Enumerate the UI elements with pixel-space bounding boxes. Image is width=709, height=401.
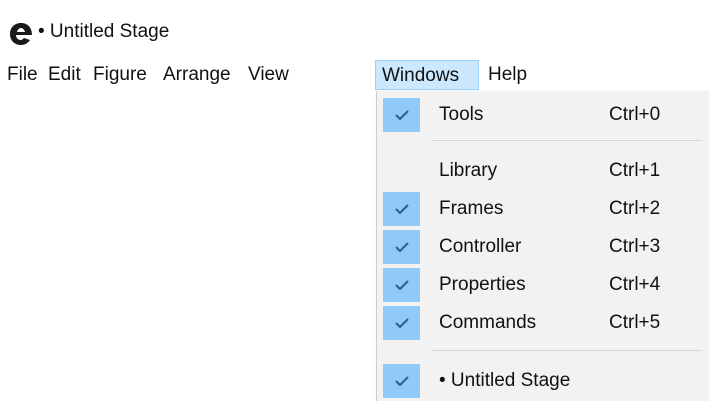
menu-item-tools[interactable]: Tools Ctrl+0: [377, 98, 709, 132]
menu-item-label: Properties: [439, 274, 526, 295]
check-icon: [383, 192, 420, 226]
menu-item-controller[interactable]: Controller Ctrl+3: [377, 230, 709, 264]
menu-item-commands[interactable]: Commands Ctrl+5: [377, 306, 709, 340]
menu-view[interactable]: View: [242, 60, 295, 90]
window-title: • Untitled Stage: [38, 21, 170, 42]
check-icon: [383, 98, 420, 132]
menu-item-label: Controller: [439, 236, 522, 257]
check-icon: [383, 230, 420, 264]
menu-bar: File Edit Figure Arrange View Windows He…: [0, 60, 709, 92]
menu-separator: [431, 350, 701, 351]
menu-item-library[interactable]: Library Ctrl+1: [377, 154, 709, 188]
menu-item-shortcut: Ctrl+4: [609, 274, 661, 295]
menu-windows[interactable]: Windows: [375, 60, 479, 90]
menu-arrange[interactable]: Arrange: [157, 60, 237, 90]
menu-file[interactable]: File: [1, 60, 44, 90]
menu-item-shortcut: Ctrl+0: [609, 104, 661, 125]
menu-item-untitled-stage[interactable]: • Untitled Stage: [377, 364, 709, 398]
menu-item-shortcut: Ctrl+1: [609, 160, 661, 181]
menu-separator: [431, 140, 701, 141]
menu-item-shortcut: Ctrl+3: [609, 236, 661, 257]
check-icon: [383, 268, 420, 302]
menu-item-label: • Untitled Stage: [439, 370, 571, 391]
check-icon: [383, 306, 420, 340]
windows-dropdown-menu: Tools Ctrl+0 Library Ctrl+1 Frames Ctrl+…: [376, 91, 709, 401]
title-bar: • Untitled Stage: [0, 0, 709, 56]
menu-item-properties[interactable]: Properties Ctrl+4: [377, 268, 709, 302]
menu-item-shortcut: Ctrl+2: [609, 198, 661, 219]
menu-item-label: Commands: [439, 312, 537, 333]
app-logo-icon[interactable]: [9, 22, 33, 46]
menu-help[interactable]: Help: [482, 60, 533, 90]
menu-item-frames[interactable]: Frames Ctrl+2: [377, 192, 709, 226]
menu-item-label: Frames: [439, 198, 504, 219]
menu-item-label: Library: [439, 160, 498, 181]
menu-item-label: Tools: [439, 104, 484, 125]
menu-figure[interactable]: Figure: [87, 60, 153, 90]
menu-item-shortcut: Ctrl+5: [609, 312, 661, 333]
menu-edit[interactable]: Edit: [42, 60, 87, 90]
check-icon: [383, 364, 420, 398]
